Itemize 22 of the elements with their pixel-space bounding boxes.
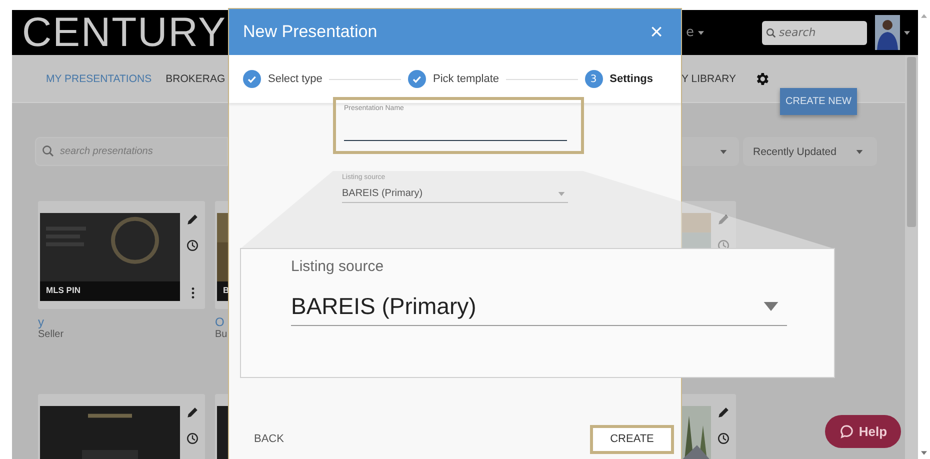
search-field[interactable]: search <box>762 20 867 44</box>
step-label: Select type <box>268 73 322 85</box>
create-new-button[interactable]: CREATE NEW <box>780 88 857 115</box>
source-label: MLS PIN <box>46 285 80 295</box>
presentation-type: Bu <box>215 329 228 340</box>
magnified-select[interactable]: Listing source BAREIS (Primary) <box>240 248 835 378</box>
help-button[interactable]: Help <box>825 415 901 448</box>
sort-dropdown[interactable]: Recently Updated <box>743 137 877 166</box>
step-number: 3 <box>584 70 603 88</box>
presentation-card[interactable]: MLS PIN <box>38 201 205 309</box>
back-button[interactable]: BACK <box>254 433 284 445</box>
presentation-type: Seller <box>38 329 64 340</box>
step-label: Settings <box>610 73 654 85</box>
logo: CENTURY <box>22 10 226 55</box>
create-button[interactable]: CREATE <box>590 424 674 454</box>
search-field[interactable]: search presentations <box>35 137 228 166</box>
nav-tab[interactable]: BROKERAG <box>166 72 226 84</box>
dialog-title: New Presentation <box>243 22 378 42</box>
close-button[interactable]: × <box>646 21 667 43</box>
menu-label[interactable]: e <box>686 25 694 40</box>
nav-tab[interactable]: Y LIBRARY <box>682 72 736 84</box>
step-label: Pick template <box>433 73 500 85</box>
